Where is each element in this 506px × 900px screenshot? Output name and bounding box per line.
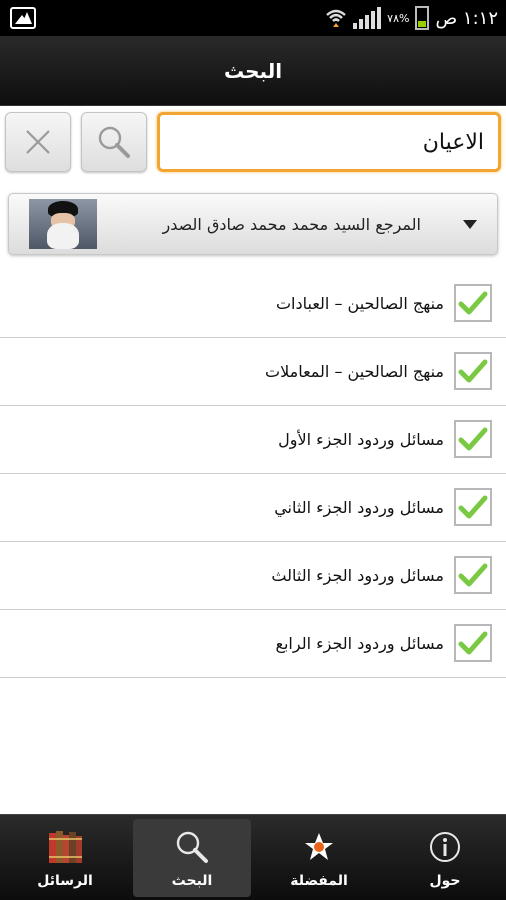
nav-label: حول	[429, 873, 461, 889]
battery-icon	[415, 6, 430, 30]
nav-label: البحث	[171, 873, 213, 889]
list-item-label: مسائل وردود الجزء الثالث	[271, 566, 444, 585]
checkmark-icon	[458, 291, 488, 315]
list-item-label: مسائل وردود الجزء الرابع	[275, 634, 444, 653]
reference-photo	[29, 199, 97, 249]
search-row	[0, 112, 506, 174]
list-item-label: منهج الصالحين – المعاملات	[265, 362, 444, 381]
reference-selector[interactable]: المرجع السيد محمد محمد صادق الصدر	[8, 193, 498, 255]
action-bar: البحث	[0, 36, 506, 106]
signal-icon	[353, 7, 382, 29]
nav-item-search[interactable]: البحث	[133, 819, 251, 897]
list-item-label: مسائل وردود الجزء الأول	[278, 430, 444, 449]
checkbox[interactable]	[454, 284, 492, 322]
status-indicators: ٧٨% ١:١٢ ص	[325, 0, 498, 36]
list-item-label: مسائل وردود الجزء الثاني	[274, 498, 444, 517]
status-time: ١:١٢ ص	[435, 7, 498, 29]
checkbox[interactable]	[454, 352, 492, 390]
checkbox[interactable]	[454, 488, 492, 526]
search-icon	[172, 827, 212, 867]
status-bar: ٧٨% ١:١٢ ص	[0, 0, 506, 36]
reference-name: المرجع السيد محمد محمد صادق الصدر	[162, 215, 421, 234]
chevron-down-icon	[463, 220, 477, 229]
star-icon	[299, 827, 339, 867]
close-x-icon	[26, 130, 50, 154]
nav-item-books[interactable]: الرسائل	[6, 819, 124, 897]
list-item[interactable]: مسائل وردود الجزء الأول	[0, 406, 506, 474]
books-icon	[45, 827, 85, 867]
list-item[interactable]: مسائل وردود الجزء الثالث	[0, 542, 506, 610]
nav-label: الرسائل	[37, 873, 93, 889]
checkmark-icon	[458, 359, 488, 383]
clear-button[interactable]	[5, 112, 71, 172]
search-button[interactable]	[81, 112, 147, 172]
nav-item-about[interactable]: حول	[386, 819, 504, 897]
bottom-nav: الرسائل البحث المفضلة حول	[0, 814, 506, 900]
list-item[interactable]: منهج الصالحين – العبادات	[0, 270, 506, 338]
gallery-notification-icon	[10, 7, 36, 29]
checkbox[interactable]	[454, 624, 492, 662]
nav-label: المفضلة	[290, 873, 348, 889]
checkbox[interactable]	[454, 556, 492, 594]
checkmark-icon	[458, 631, 488, 655]
checkmark-icon	[458, 427, 488, 451]
list-item[interactable]: مسائل وردود الجزء الثاني	[0, 474, 506, 542]
list-item-label: منهج الصالحين – العبادات	[275, 294, 444, 313]
book-list: منهج الصالحين – العبادات منهج الصالحين –…	[0, 270, 506, 678]
list-item[interactable]: مسائل وردود الجزء الرابع	[0, 610, 506, 678]
page-title: البحث	[223, 58, 283, 83]
search-input[interactable]	[157, 112, 501, 172]
list-item[interactable]: منهج الصالحين – المعاملات	[0, 338, 506, 406]
wifi-icon	[325, 7, 347, 29]
checkbox[interactable]	[454, 420, 492, 458]
checkmark-icon	[458, 495, 488, 519]
magnifier-icon	[98, 126, 130, 158]
nav-item-favorites[interactable]: المفضلة	[260, 819, 378, 897]
battery-percent: ٧٨%	[387, 11, 410, 25]
info-icon	[425, 827, 465, 867]
checkmark-icon	[458, 563, 488, 587]
